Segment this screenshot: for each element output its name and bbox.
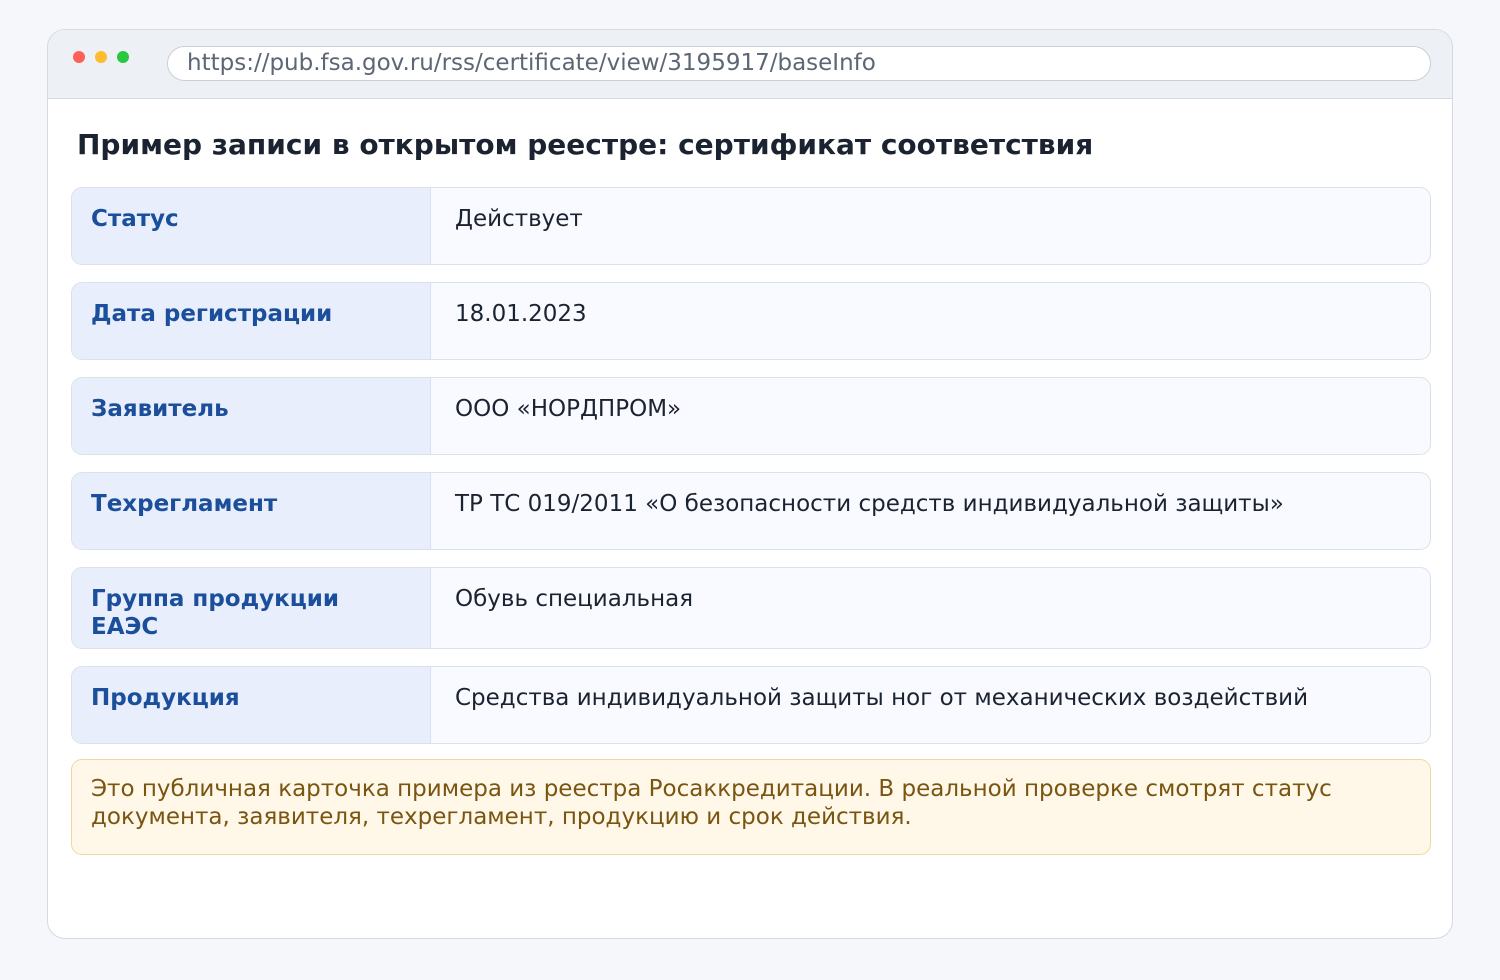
field-row-status: Статус Действует [71,187,1431,265]
field-label: Статус [72,188,431,264]
field-row-registration-date: Дата регистрации 18.01.2023 [71,282,1431,360]
browser-window: https://pub.fsa.gov.ru/rss/certificate/v… [47,29,1453,939]
maximize-window-icon[interactable] [117,51,129,63]
page-title: Пример записи в открытом реестре: сертиф… [77,128,1094,161]
field-label: Дата регистрации [72,283,431,359]
address-bar[interactable]: https://pub.fsa.gov.ru/rss/certificate/v… [167,46,1431,81]
minimize-window-icon[interactable] [95,51,107,63]
field-value: 18.01.2023 [455,301,587,327]
field-label: Заявитель [72,378,431,454]
field-value: Средства индивидуальной защиты ног от ме… [455,685,1309,711]
field-label: Группа продукции ЕАЭС [72,568,431,648]
certificate-details: Статус Действует Дата регистрации 18.01.… [71,187,1431,761]
field-label: Техрегламент [72,473,431,549]
field-value: Обувь специальная [455,586,694,612]
field-value: ТР ТС 019/2011 «О безопасности средств и… [455,491,1284,517]
field-row-product-group: Группа продукции ЕАЭС Обувь специальная [71,567,1431,649]
field-label: Продукция [72,667,431,743]
info-note: Это публичная карточка примера из реестр… [71,759,1431,855]
field-value: ООО «НОРДПРОМ» [455,396,682,422]
browser-titlebar: https://pub.fsa.gov.ru/rss/certificate/v… [48,30,1452,99]
field-row-tech-regulation: Техрегламент ТР ТС 019/2011 «О безопасно… [71,472,1431,550]
field-row-products: Продукция Средства индивидуальной защиты… [71,666,1431,744]
field-row-applicant: Заявитель ООО «НОРДПРОМ» [71,377,1431,455]
field-value: Действует [455,206,583,232]
close-window-icon[interactable] [73,51,85,63]
